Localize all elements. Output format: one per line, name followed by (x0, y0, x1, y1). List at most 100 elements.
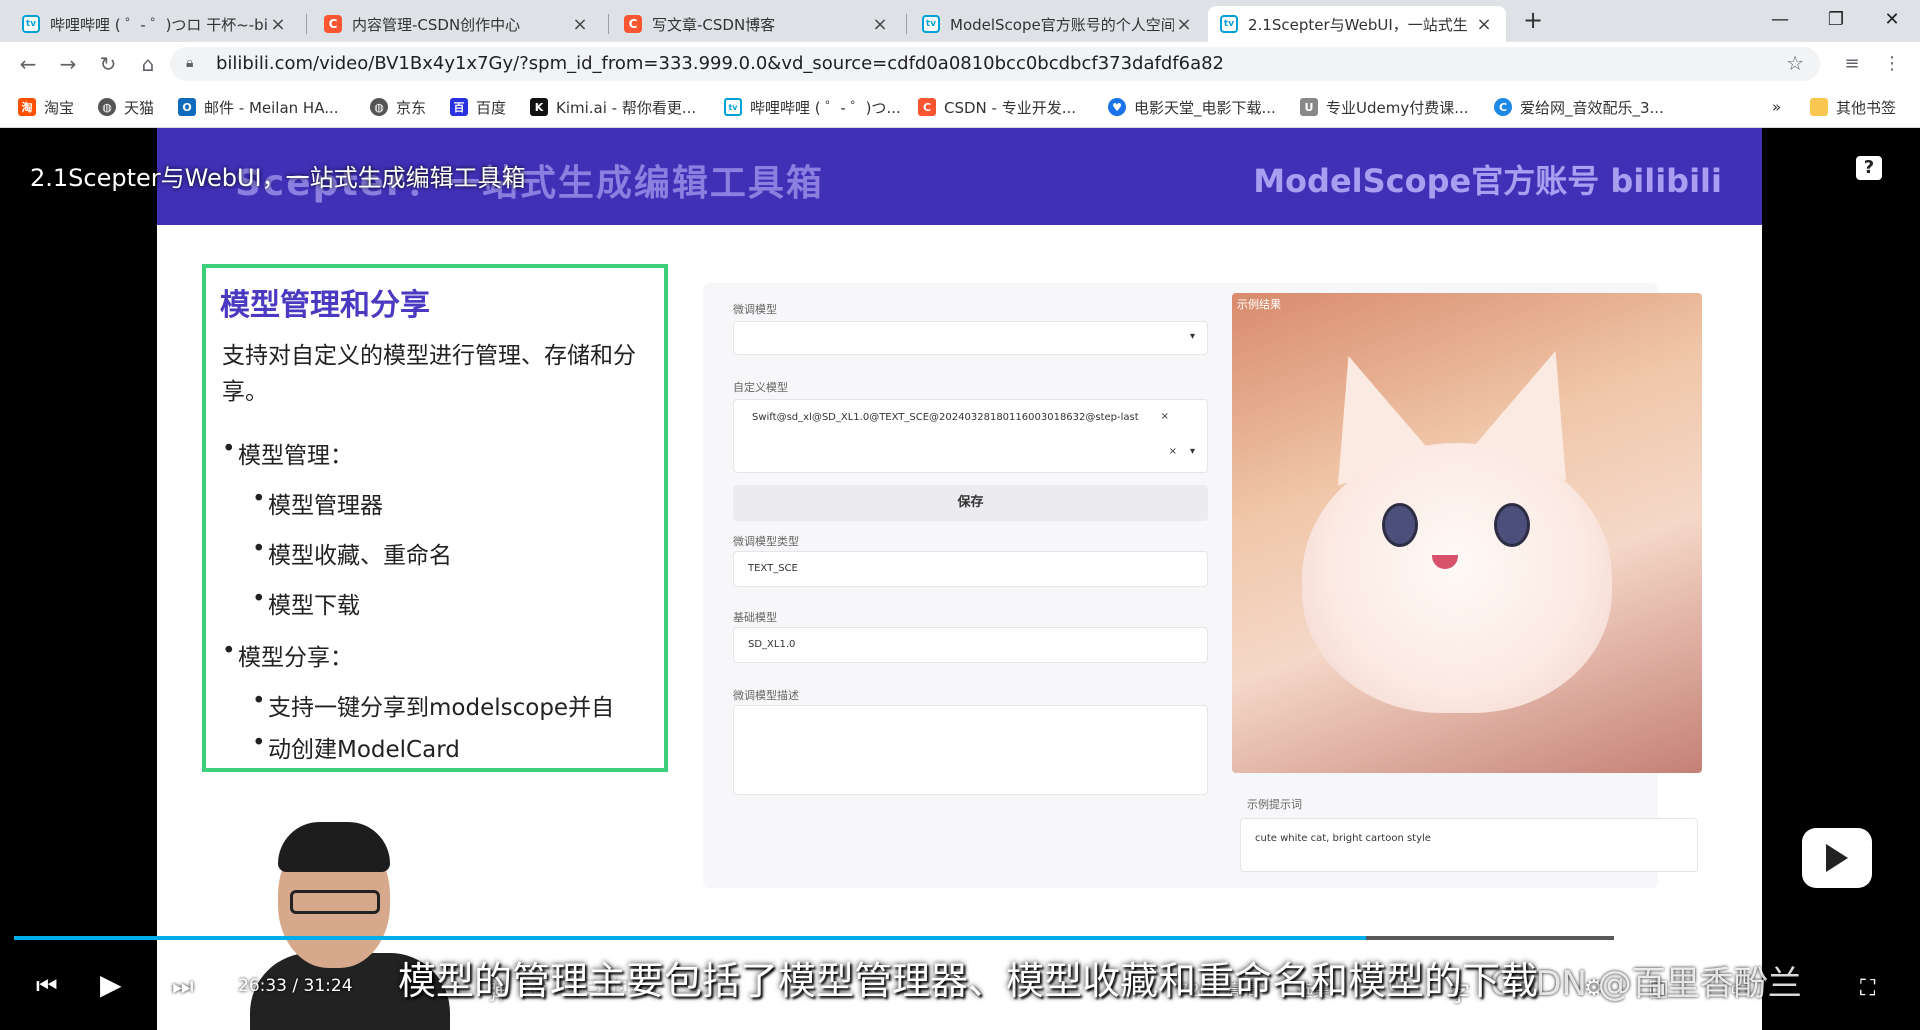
finetune-model-label: 微调模型 (733, 303, 777, 316)
bookmarks-bar: 淘 淘宝 ◍ 天猫 O 邮件 - Meilan HA... ◍ 京东 百 百度 … (0, 86, 1920, 128)
other-bookmarks-label: 其他书签 (1836, 98, 1897, 117)
bookmark-item[interactable]: K Kimi.ai - 帮你看更... (530, 96, 696, 118)
tab-title: 写文章-CSDN博客 (652, 15, 776, 34)
presenter-glasses (290, 890, 380, 914)
video-player[interactable]: Scepter：一站式生成编辑工具箱 ModelScope官方账号 bilibi… (0, 128, 1920, 1030)
bookmark-label: Kimi.ai - 帮你看更... (556, 98, 697, 117)
base-model-label: 基础模型 (733, 611, 777, 624)
bookmark-star-icon[interactable]: ☆ (1786, 51, 1804, 75)
browser-toolbar: ← → ↻ ⌂ 🔒︎ bilibili.com/video/BV1Bx4y1x7… (0, 42, 1920, 86)
outlook-icon: O (178, 98, 196, 116)
time-display: 26:33 / 31:24 (238, 976, 353, 996)
reload-icon[interactable]: ↻ (94, 50, 122, 78)
cat-illustration (1302, 443, 1612, 713)
bookmark-item[interactable]: C 爱给网_音效配乐_3... (1494, 96, 1664, 118)
feature-subitem: 模型收藏、重命名 (252, 536, 452, 570)
lock-icon[interactable]: 🔒︎ (186, 55, 193, 71)
feature-item: 模型分享： (222, 638, 353, 672)
tab-title: 内容管理-CSDN创作中心 (352, 15, 521, 34)
url-text[interactable]: bilibili.com/video/BV1Bx4y1x7Gy/?spm_id_… (216, 53, 1224, 74)
bookmark-label: 爱给网_音效配乐_3... (1520, 98, 1664, 117)
bookmark-item[interactable]: U 专业Udemy付费课... (1300, 96, 1469, 118)
progress-bar[interactable] (14, 936, 1614, 940)
model-desc-field (733, 705, 1208, 795)
back-icon[interactable]: ← (14, 50, 42, 78)
close-icon[interactable]: × (1474, 14, 1494, 35)
help-icon[interactable]: ? (1856, 156, 1882, 180)
bilibili-icon: tv (922, 15, 940, 33)
minimize-button[interactable]: — (1752, 0, 1808, 40)
feature-description: 支持对自定义的模型进行管理、存储和分享。 (222, 343, 636, 405)
browser-tab-active[interactable]: tv 2.1Scepter与WebUI，一站式生 × (1208, 6, 1506, 42)
browser-tab[interactable]: C 内容管理-CSDN创作中心 × (312, 6, 602, 42)
finetune-model-select: ▾ (733, 321, 1208, 355)
cat-eye (1382, 503, 1418, 547)
bookmark-label: 专业Udemy付费课... (1326, 98, 1469, 117)
feature-subitem: 模型管理器 (252, 486, 383, 520)
csdn-icon: C (624, 15, 642, 33)
tab-divider (306, 14, 307, 34)
menu-icon[interactable]: ⋮ (1878, 50, 1906, 78)
restore-button[interactable]: ❐ (1808, 0, 1864, 40)
feature-subitem: 支持一键分享到modelscope并自 (252, 688, 614, 722)
big-play-button[interactable] (1802, 828, 1872, 888)
time-total: 31:24 (303, 976, 353, 996)
bookmarks-overflow-button[interactable]: » (1772, 96, 1781, 118)
presenter-hair (278, 822, 390, 872)
aigei-icon: C (1494, 98, 1512, 116)
address-bar[interactable]: 🔒︎ bilibili.com/video/BV1Bx4y1x7Gy/?spm_… (170, 47, 1820, 81)
kimi-icon: K (530, 98, 548, 116)
folder-icon (1810, 98, 1828, 116)
browser-tab[interactable]: tv 哔哩哔哩 ( ゜- ゜)つロ 干杯~-bili × (10, 6, 300, 42)
csdn-icon: C (324, 15, 342, 33)
model-type-label: 微调模型类型 (733, 535, 799, 548)
forward-icon[interactable]: → (54, 50, 82, 78)
bookmark-item[interactable]: ◍ 天猫 (98, 96, 154, 118)
subtitle-text: 模型的管理主要包括了模型管理器、模型收藏和重命名和模型的下载 (398, 959, 1539, 1003)
reading-list-icon[interactable]: ≡ (1838, 50, 1866, 78)
bookmark-label: 百度 (476, 98, 507, 117)
browser-tab[interactable]: tv ModelScope官方账号的个人空间 × (910, 6, 1206, 42)
close-icon[interactable]: × (870, 14, 890, 35)
slide-brand: ModelScope官方账号 bilibili (1253, 162, 1722, 200)
custom-model-tag: Swift@sd_xl@SD_XL1.0@TEXT_SCE@2024032818… (752, 412, 1139, 423)
browser-tab[interactable]: C 写文章-CSDN博客 × (612, 6, 902, 42)
model-type-value: TEXT_SCE (748, 563, 798, 574)
baidu-icon: 百 (450, 98, 468, 116)
bookmark-item[interactable]: tv 哔哩哔哩 ( ゜- ゜)つ... (724, 96, 901, 118)
bookmark-item[interactable]: 淘 淘宝 (18, 96, 74, 118)
close-icon[interactable]: × (268, 14, 288, 35)
feature-subitem: 模型下载 (252, 586, 360, 620)
base-model-field: SD_XL1.0 (733, 627, 1208, 663)
bookmark-label: 邮件 - Meilan HA... (204, 98, 339, 117)
bilibili-icon: tv (22, 15, 40, 33)
previous-icon[interactable]: ⏮ (36, 972, 58, 1000)
bookmark-item[interactable]: 百 百度 (450, 96, 506, 118)
bookmark-item[interactable]: O 邮件 - Meilan HA... (178, 96, 339, 118)
clear-icon: × (1168, 446, 1177, 457)
fullscreen-icon[interactable]: ⛶ (1860, 976, 1875, 1001)
next-icon[interactable]: ⏭ (172, 972, 194, 1000)
example-prompt-label: 示例提示词 (1247, 798, 1302, 811)
close-window-button[interactable]: ✕ (1864, 0, 1920, 40)
play-pause-icon[interactable]: ▶ (100, 968, 122, 1001)
bookmark-item[interactable]: C CSDN - 专业开发... (918, 96, 1076, 118)
time-separator: / (292, 976, 304, 996)
bilibili-icon: tv (724, 98, 742, 116)
close-icon[interactable]: × (1174, 14, 1194, 35)
play-icon (1826, 844, 1848, 872)
close-icon[interactable]: × (570, 14, 590, 35)
tab-title: ModelScope官方账号的个人空间 (950, 15, 1174, 34)
example-result-image (1232, 293, 1702, 773)
feature-box: 模型管理和分享 支持对自定义的模型进行管理、存储和分享。 模型管理： 模型管理器… (202, 264, 668, 772)
model-desc-label: 微调模型描述 (733, 689, 799, 702)
home-icon[interactable]: ⌂ (134, 50, 162, 78)
bookmark-item[interactable]: ◍ 京东 (370, 96, 426, 118)
other-bookmarks[interactable]: 其他书签 (1810, 96, 1896, 118)
save-button: 保存 (733, 485, 1208, 521)
new-tab-button[interactable]: + (1518, 6, 1548, 36)
bookmark-label: 天猫 (124, 98, 155, 117)
example-result-label: 示例结果 (1237, 298, 1281, 311)
tab-title: 2.1Scepter与WebUI，一站式生 (1248, 15, 1468, 34)
bookmark-item[interactable]: ♥ 电影天堂_电影下载... (1108, 96, 1276, 118)
